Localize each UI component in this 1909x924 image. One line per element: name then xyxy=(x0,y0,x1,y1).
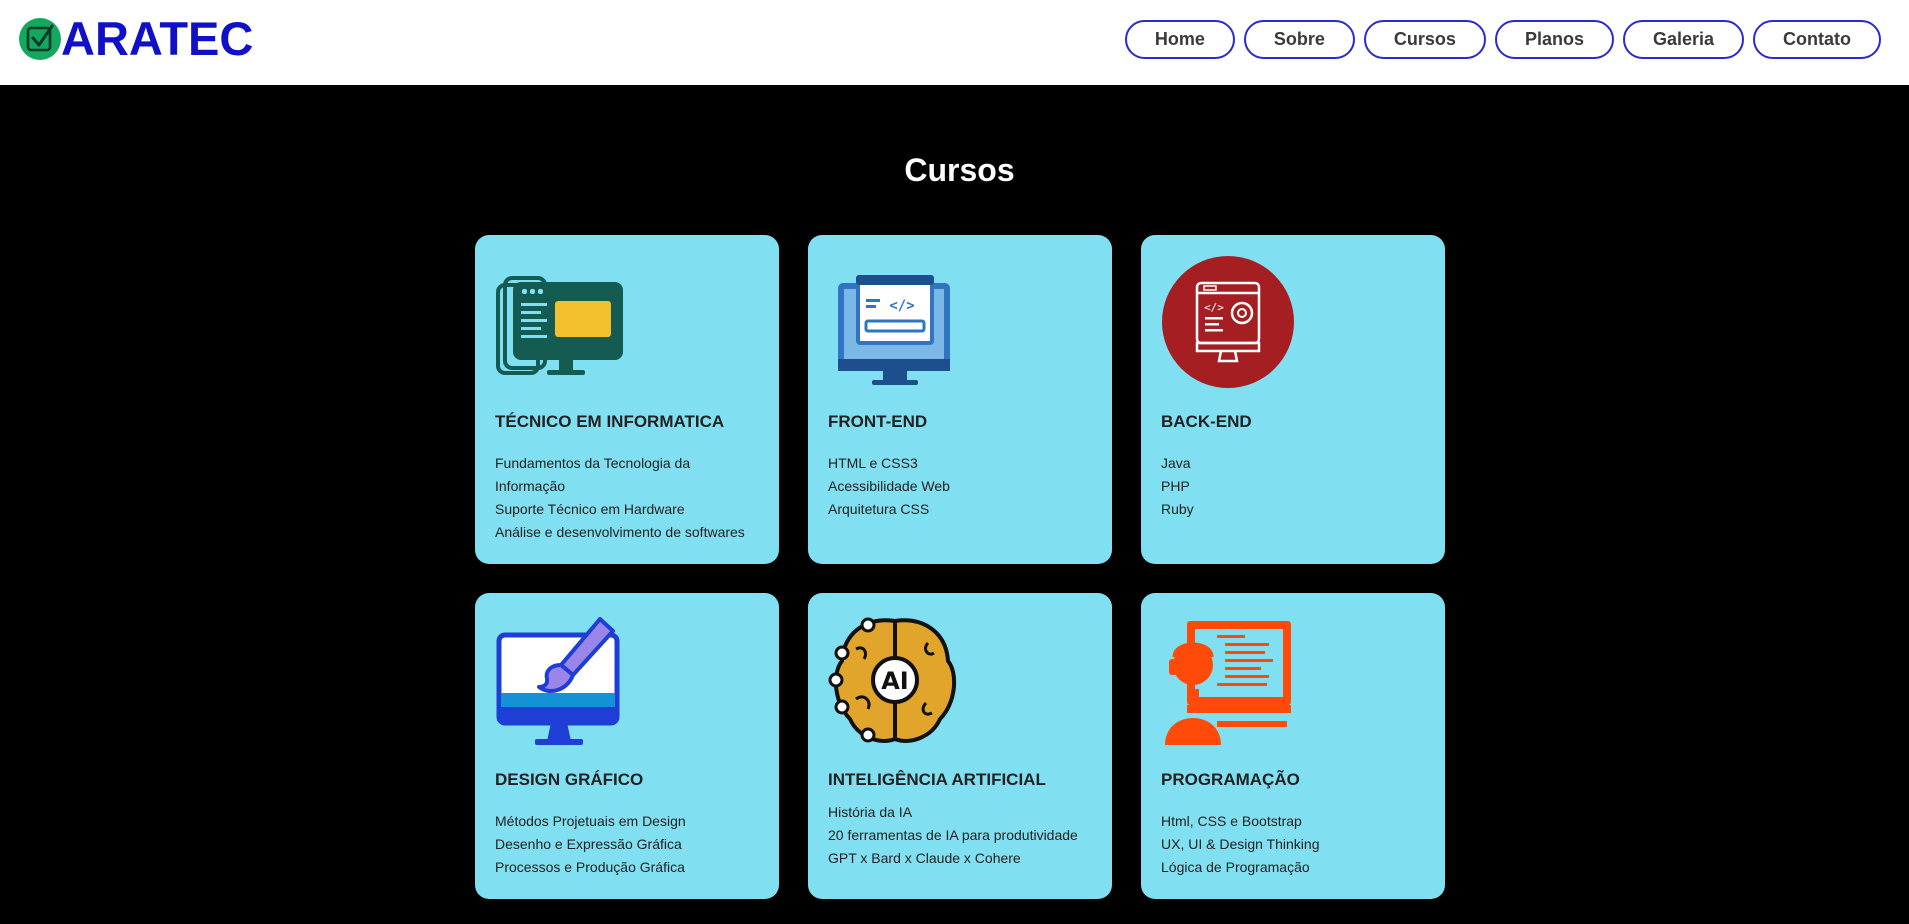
course-topics: Html, CSS e Bootstrap UX, UI & Design Th… xyxy=(1161,810,1319,879)
course-topics: Fundamentos da Tecnologia da Informação … xyxy=(495,452,745,544)
list-item: PHP xyxy=(1161,478,1190,494)
list-item: Lógica de Programação xyxy=(1161,859,1310,875)
code-monitor-icon: </> xyxy=(838,275,950,385)
course-topics: Java PHP Ruby xyxy=(1161,452,1194,521)
list-item: 20 ferramentas de IA para produtividade xyxy=(828,827,1078,843)
course-card-tecnico[interactable]: TÉCNICO EM INFORMATICA Fundamentos da Te… xyxy=(475,235,779,564)
nav-galeria[interactable]: Galeria xyxy=(1622,20,1745,59)
programmer-monitor-icon xyxy=(1165,621,1291,745)
ai-label: AI xyxy=(881,667,909,695)
checkbox-logo-icon xyxy=(19,18,61,60)
code-gear-monitor-icon: </> xyxy=(1162,256,1294,388)
course-title: TÉCNICO EM INFORMATICA xyxy=(495,412,725,431)
nav-cursos[interactable]: Cursos xyxy=(1363,20,1486,59)
list-item: Métodos Projetuais em Design xyxy=(495,813,686,829)
list-item: HTML e CSS3 xyxy=(828,455,918,471)
course-title: BACK-END xyxy=(1161,412,1252,431)
nav-sobre[interactable]: Sobre xyxy=(1243,20,1355,59)
course-title: PROGRAMAÇÃO xyxy=(1161,770,1300,789)
logo[interactable]: ARATEC xyxy=(18,12,254,65)
course-card-front-end[interactable]: </> FRONT-END HTML e CSS3 Acessibilidade… xyxy=(808,235,1112,564)
list-item: Fundamentos da Tecnologia da xyxy=(495,455,691,471)
brand-name: ARATEC xyxy=(61,12,254,65)
list-item: Suporte Técnico em Hardware xyxy=(495,501,685,517)
list-item: Desenho e Expressão Gráfica xyxy=(495,836,682,852)
list-item: Acessibilidade Web xyxy=(828,478,950,494)
course-title: FRONT-END xyxy=(828,412,928,431)
course-topics: História da IA 20 ferramentas de IA para… xyxy=(828,801,1078,870)
nav-contato[interactable]: Contato xyxy=(1753,20,1881,59)
list-item: Html, CSS e Bootstrap xyxy=(1161,813,1302,829)
list-item: UX, UI & Design Thinking xyxy=(1161,836,1320,852)
list-item: Java xyxy=(1161,455,1191,471)
main-nav: Home Sobre Cursos Planos Galeria Contato xyxy=(1124,20,1881,59)
site-header: ARATEC Home Sobre Cursos Planos Galeria … xyxy=(0,0,1909,85)
nav-planos[interactable]: Planos xyxy=(1494,20,1614,59)
course-card-programacao[interactable]: PROGRAMAÇÃO Html, CSS e Bootstrap UX, UI… xyxy=(1141,593,1445,899)
computer-screens-icon xyxy=(496,276,623,375)
list-item: Ruby xyxy=(1161,501,1194,517)
course-card-design-grafico[interactable]: DESIGN GRÁFICO Métodos Projetuais em Des… xyxy=(475,593,779,899)
nav-home[interactable]: Home xyxy=(1124,20,1235,59)
list-item: GPT x Bard x Claude x Cohere xyxy=(828,850,1021,866)
list-item: Arquitetura CSS xyxy=(828,501,930,517)
course-topics: HTML e CSS3 Acessibilidade Web Arquitetu… xyxy=(828,452,950,521)
svg-text:</>: </> xyxy=(889,298,914,314)
ai-brain-icon: AI xyxy=(828,617,957,743)
svg-text:</>: </> xyxy=(1204,301,1224,314)
list-item: Análise e desenvolvimento de softwares xyxy=(495,524,745,540)
course-card-back-end[interactable]: </> BACK-END Java PHP Ruby xyxy=(1141,235,1445,564)
course-title: INTELIGÊNCIA ARTIFICIAL xyxy=(828,770,1046,789)
course-title: DESIGN GRÁFICO xyxy=(495,770,644,789)
list-item: Informação xyxy=(495,478,566,494)
course-topics: Métodos Projetuais em Design Desenho e E… xyxy=(495,810,686,879)
list-item: História da IA xyxy=(828,804,913,820)
section-title: Cursos xyxy=(904,152,1015,188)
list-item: Processos e Produção Gráfica xyxy=(495,859,685,875)
paintbrush-monitor-icon xyxy=(496,617,620,745)
course-card-inteligencia-artificial[interactable]: AI INTELIGÊNCIA ARTIFICIAL História da I… xyxy=(808,593,1112,899)
